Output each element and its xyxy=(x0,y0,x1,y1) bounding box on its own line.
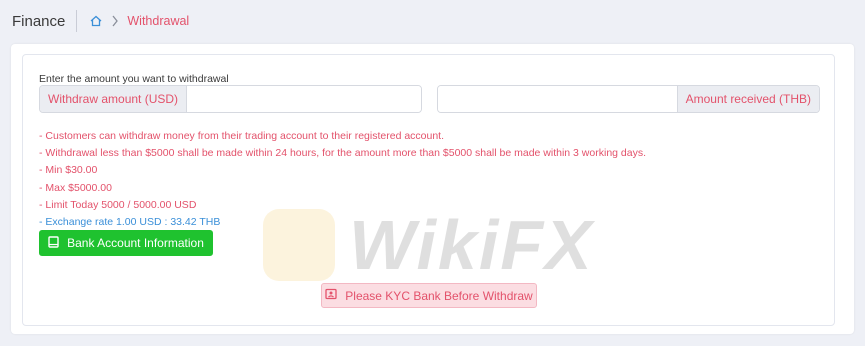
divider xyxy=(76,10,78,32)
breadcrumb-current[interactable]: Withdrawal xyxy=(127,14,189,28)
content-card: WikiFX Enter the amount you want to with… xyxy=(11,44,854,334)
kyc-bank-button[interactable]: Please KYC Bank Before Withdraw xyxy=(321,283,537,308)
withdrawal-notes: - Customers can withdraw money from thei… xyxy=(39,128,646,231)
kyc-bank-label: Please KYC Bank Before Withdraw xyxy=(345,288,533,303)
bank-account-info-label: Bank Account Information xyxy=(67,236,204,250)
withdrawal-form: WikiFX Enter the amount you want to with… xyxy=(22,54,835,326)
chevron-right-icon xyxy=(111,15,119,27)
amount-received-label: Amount received (THB) xyxy=(676,86,819,112)
withdraw-amount-input[interactable] xyxy=(187,86,421,112)
home-icon[interactable] xyxy=(89,14,103,28)
note-line: - Customers can withdraw money from thei… xyxy=(39,130,445,142)
amount-received-input[interactable] xyxy=(438,86,677,112)
amount-received-group: Amount received (THB) xyxy=(437,85,820,113)
bank-account-info-button[interactable]: Bank Account Information xyxy=(39,230,213,256)
note-line: - Limit Today 5000 / 5000.00 USD xyxy=(39,198,197,211)
top-bar: Finance Withdrawal xyxy=(0,0,865,42)
note-line: - Min $30.00 xyxy=(39,164,98,177)
id-card-icon xyxy=(325,288,337,303)
note-line: - Max $5000.00 xyxy=(39,181,112,194)
withdraw-amount-group: Withdraw amount (USD) xyxy=(39,85,422,113)
amount-prompt: Enter the amount you want to withdrawal xyxy=(39,73,229,85)
book-icon xyxy=(48,235,59,251)
note-line: - Withdrawal less than $5000 shall be ma… xyxy=(39,147,647,160)
breadcrumb: Withdrawal xyxy=(89,14,189,28)
page-title: Finance xyxy=(12,12,66,30)
exchange-rate: - Exchange rate 1.00 USD : 33.42 THB xyxy=(39,216,221,229)
withdraw-amount-label: Withdraw amount (USD) xyxy=(40,86,188,112)
